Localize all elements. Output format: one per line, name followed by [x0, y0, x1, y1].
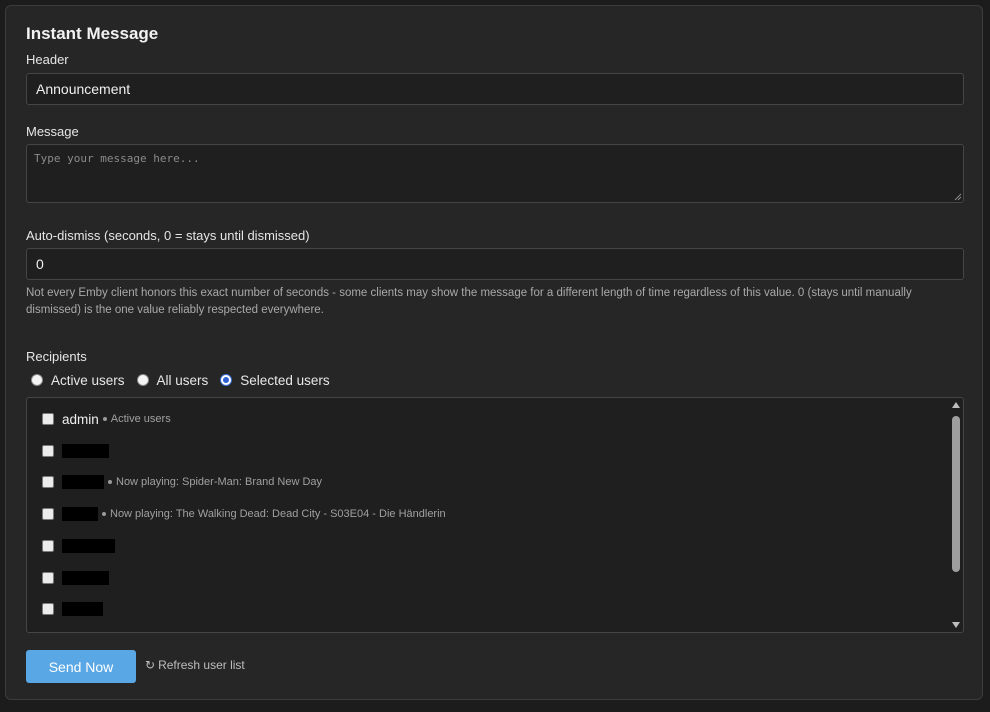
radio-selected-users[interactable]: Selected users	[220, 372, 330, 388]
radio-label: Selected users	[240, 372, 330, 388]
user-list[interactable]: admin Active users Now playing: Spider-M…	[26, 397, 964, 633]
redacted-user-name	[62, 444, 109, 458]
user-row[interactable]: Now playing: Spider-Man: Brand New Day	[42, 473, 322, 491]
radio-button-selected[interactable]	[220, 374, 233, 386]
refresh-user-list-link[interactable]: ↻ Refresh user list	[145, 658, 245, 672]
header-input[interactable]	[26, 73, 964, 105]
user-row[interactable]	[42, 569, 113, 587]
scroll-down-arrow-icon[interactable]	[952, 622, 960, 628]
radio-button[interactable]	[136, 374, 149, 386]
redacted-user-name	[62, 507, 98, 521]
header-label: Header	[26, 52, 69, 67]
radio-button[interactable]	[31, 374, 43, 386]
user-status: Now playing: The Walking Dead: Dead City…	[102, 508, 446, 520]
user-status: Now playing: Spider-Man: Brand New Day	[108, 476, 322, 488]
panel-title: Instant Message	[26, 24, 159, 43]
user-checkbox[interactable]	[42, 476, 54, 488]
instant-message-panel: Instant Message Header Message Auto-dism…	[5, 5, 983, 700]
status-dot-icon	[108, 480, 112, 484]
user-row[interactable]	[42, 537, 119, 555]
user-checkbox[interactable]	[42, 445, 54, 457]
user-checkbox[interactable]	[42, 508, 54, 520]
radio-active-users[interactable]: Active users	[31, 373, 125, 388]
redacted-user-name	[62, 602, 103, 616]
user-name: admin	[62, 411, 99, 427]
user-checkbox[interactable]	[42, 540, 54, 552]
redacted-user-name	[62, 475, 104, 489]
scroll-up-arrow-icon[interactable]	[952, 402, 960, 408]
auto-dismiss-hint: Not every Emby client honors this exact …	[26, 287, 912, 316]
refresh-label: Refresh user list	[158, 658, 245, 672]
auto-dismiss-label: Auto-dismiss (seconds, 0 = stays until d…	[26, 228, 310, 243]
auto-dismiss-input[interactable]	[26, 248, 964, 280]
refresh-icon: ↻	[145, 658, 156, 672]
redacted-user-name	[62, 539, 115, 553]
user-row[interactable]	[42, 600, 107, 618]
status-dot-icon	[102, 512, 106, 516]
redacted-user-name	[62, 571, 109, 585]
send-now-button[interactable]: Send Now	[26, 650, 136, 683]
user-row[interactable]: Now playing: The Walking Dead: Dead City…	[42, 505, 446, 523]
radio-label: All users	[156, 372, 209, 388]
resize-grip-icon[interactable]	[954, 193, 962, 201]
user-status: Active users	[102, 413, 171, 425]
message-label: Message	[26, 124, 79, 139]
user-status-text: Active users	[110, 413, 171, 425]
user-checkbox[interactable]	[42, 603, 54, 615]
user-status-text: Now playing: Spider-Man: Brand New Day	[116, 476, 323, 488]
message-textarea[interactable]	[26, 144, 964, 203]
radio-label: Active users	[51, 372, 125, 388]
user-row[interactable]: admin Active users	[42, 410, 171, 428]
user-status-text: Now playing: The Walking Dead: Dead City…	[110, 508, 446, 520]
recipients-radio-group: Active users All users Selected users	[31, 371, 342, 389]
status-dot-icon	[102, 417, 107, 421]
user-checkbox[interactable]	[42, 413, 54, 425]
recipients-label: Recipients	[26, 349, 87, 364]
user-checkbox[interactable]	[42, 572, 54, 584]
user-row[interactable]	[42, 442, 113, 460]
radio-all-users[interactable]: All users	[136, 372, 209, 388]
scrollbar[interactable]	[949, 398, 963, 632]
scrollbar-thumb[interactable]	[952, 416, 960, 572]
